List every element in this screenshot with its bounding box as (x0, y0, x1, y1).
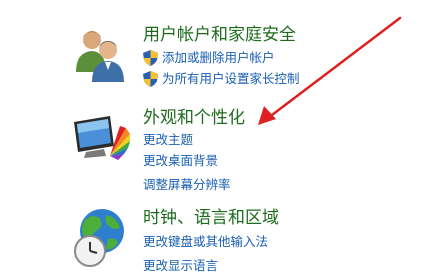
link-change-keyboard-input[interactable]: 更改键盘或其他输入法 (143, 234, 268, 250)
category-title-clock-language-region[interactable]: 时钟、语言和区域 (143, 208, 279, 228)
link-change-desktop-background[interactable]: 更改桌面背景 (143, 153, 218, 169)
control-panel-category-view: 用户帐户和家庭安全 添加或删除用户帐户 为所有用户设置家长控制 外观和个性化 更… (0, 0, 431, 280)
category-title-appearance[interactable]: 外观和个性化 (143, 108, 245, 128)
users-icon[interactable] (70, 24, 130, 84)
personalization-icon[interactable] (70, 108, 130, 168)
category-title-user-accounts[interactable]: 用户帐户和家庭安全 (143, 25, 296, 45)
link-add-remove-user-accounts[interactable]: 添加或删除用户帐户 (162, 50, 275, 66)
link-parental-controls[interactable]: 为所有用户设置家长控制 (162, 71, 300, 87)
link-change-theme[interactable]: 更改主题 (143, 132, 193, 148)
uac-shield-icon (143, 50, 158, 66)
clock-globe-icon[interactable] (70, 205, 130, 267)
link-change-display-language[interactable]: 更改显示语言 (143, 258, 218, 274)
uac-shield-icon (143, 71, 158, 87)
link-adjust-screen-resolution[interactable]: 调整屏幕分辨率 (143, 177, 231, 193)
